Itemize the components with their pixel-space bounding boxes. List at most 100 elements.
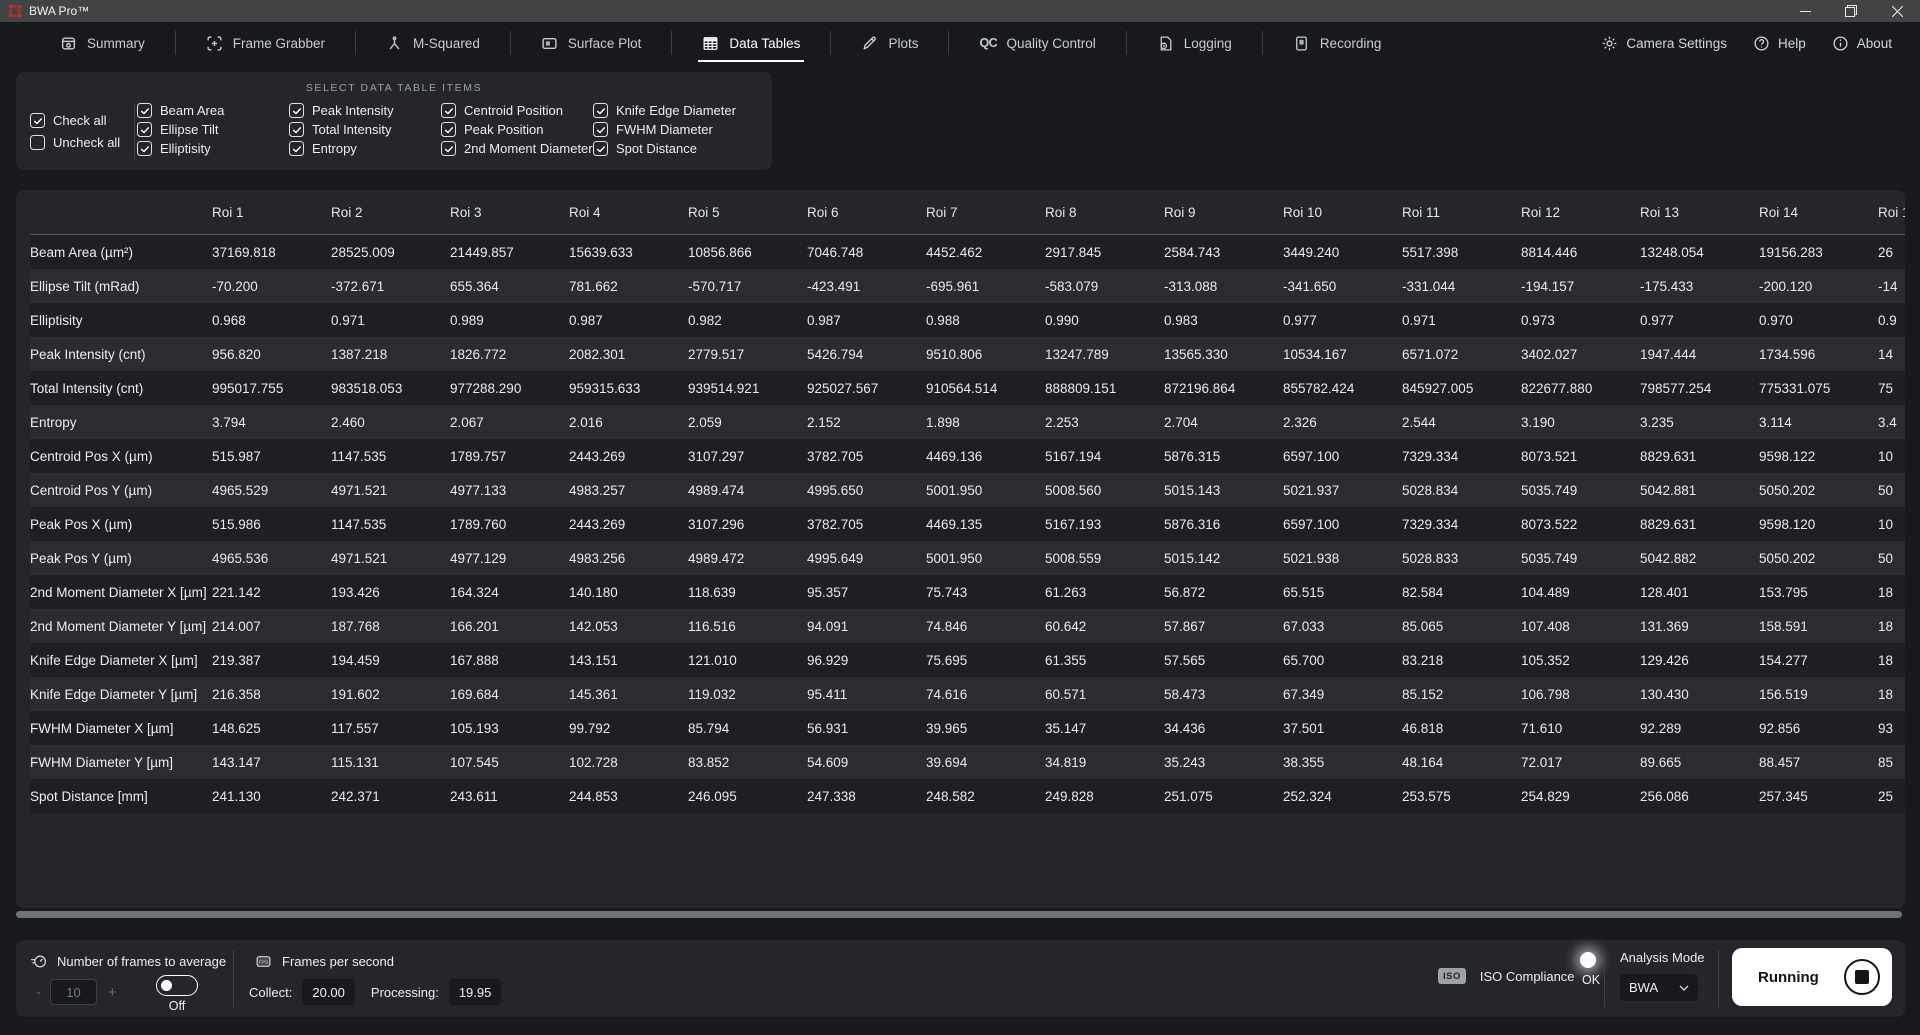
- uncheck-all-checkbox[interactable]: Uncheck all: [30, 135, 132, 150]
- roi-data-table-panel: Roi 1 Roi 2 Roi 3 Roi 4 Roi 5 Roi 6 Roi 7 Roi 8…: [16, 190, 1905, 908]
- table-cell: 0.977: [1640, 312, 1674, 328]
- table-cell: 13248.054: [1640, 244, 1704, 260]
- table-cell: 37169.818: [212, 244, 276, 260]
- table-cell: 88.457: [1759, 754, 1801, 770]
- minimize-icon[interactable]: [1782, 0, 1828, 22]
- increment-button[interactable]: +: [108, 984, 117, 1001]
- table-cell: 515.987: [212, 448, 261, 464]
- table-cell: 246.095: [688, 788, 737, 804]
- table-cell: 67.033: [1283, 618, 1325, 634]
- tab-quality-control[interactable]: QC Quality Control: [949, 29, 1125, 58]
- restore-icon[interactable]: [1828, 0, 1874, 22]
- tab-data-tables[interactable]: Data Tables: [672, 29, 830, 62]
- table-cell: 119.032: [688, 686, 736, 702]
- table-cell: 10: [1878, 448, 1894, 464]
- decrement-button[interactable]: -: [36, 984, 41, 1001]
- table-cell: 956.820: [212, 346, 261, 362]
- chevron-down-icon: [1679, 985, 1689, 991]
- table-cell: 798577.254: [1640, 380, 1712, 396]
- qc-icon: QC: [979, 35, 998, 50]
- camera-settings-icon: [1601, 35, 1618, 52]
- table-cell: 3107.296: [688, 516, 745, 532]
- frames-average-input[interactable]: 10: [50, 979, 97, 1005]
- table-cell: 775331.075: [1759, 380, 1831, 396]
- table-cell: 253.575: [1402, 788, 1451, 804]
- running-stop-button[interactable]: Running: [1732, 948, 1892, 1006]
- table-cell: 822677.880: [1521, 380, 1593, 396]
- table-cell: 2779.517: [688, 346, 745, 362]
- tab-m-squared[interactable]: M-Squared: [356, 29, 510, 58]
- row-label: Peak Pos Y (µm): [30, 550, 132, 566]
- checkbox-entropy[interactable]: Entropy: [289, 141, 441, 156]
- table-cell: 65.700: [1283, 652, 1325, 668]
- table-cell: 129.426: [1640, 652, 1689, 668]
- tab-summary[interactable]: Summary: [30, 29, 175, 58]
- table-cell: 0.987: [569, 312, 603, 328]
- tab-surface-plot[interactable]: Surface Plot: [511, 29, 672, 58]
- table-cell: 74.846: [926, 618, 968, 634]
- tab-logging[interactable]: Logging: [1127, 29, 1262, 58]
- table-cell: 3107.297: [688, 448, 745, 464]
- close-icon[interactable]: [1874, 0, 1920, 22]
- svg-text:FPS: FPS: [259, 960, 268, 965]
- checkbox-total-intensity[interactable]: Total Intensity: [289, 122, 441, 137]
- checkbox-2nd-moment-diameter[interactable]: 2nd Moment Diameter: [441, 141, 593, 156]
- table-cell: 241.130: [212, 788, 261, 804]
- analysis-mode-select[interactable]: BWA: [1620, 974, 1698, 1001]
- table-cell: 75.695: [926, 652, 968, 668]
- table-cell: 71.610: [1521, 720, 1563, 736]
- table-cell: 2.016: [569, 414, 603, 430]
- table-cell: 13565.330: [1164, 346, 1228, 362]
- table-cell: 0.968: [212, 312, 246, 328]
- checkbox-ellipse-tilt[interactable]: Ellipse Tilt: [137, 122, 289, 137]
- table-cell: 75: [1878, 380, 1894, 396]
- nav-about[interactable]: About: [1832, 35, 1892, 52]
- table-cell: 845927.005: [1402, 380, 1474, 396]
- table-cell: 104.489: [1521, 584, 1570, 600]
- table-cell: 0.990: [1045, 312, 1079, 328]
- summary-icon: [60, 35, 77, 52]
- tab-plots[interactable]: Plots: [831, 29, 948, 58]
- checkbox-beam-area[interactable]: Beam Area: [137, 103, 289, 118]
- table-cell: 0.977: [1283, 312, 1317, 328]
- tab-recording[interactable]: Recording: [1263, 29, 1412, 58]
- table-cell: -423.491: [807, 278, 861, 294]
- checkbox-peak-intensity[interactable]: Peak Intensity: [289, 103, 441, 118]
- table-cell: 50: [1878, 550, 1894, 566]
- table-cell: 83.218: [1402, 652, 1444, 668]
- table-cell: 143.151: [569, 652, 618, 668]
- row-label: 2nd Moment Diameter X [µm]: [30, 584, 207, 600]
- checkbox-checked-icon: [289, 141, 304, 156]
- table-cell: 35.243: [1164, 754, 1206, 770]
- table-cell: 5001.950: [926, 482, 983, 498]
- table-cell: 34.819: [1045, 754, 1087, 770]
- table-cell: 5015.142: [1164, 550, 1221, 566]
- iso-status-indicator: OK: [1576, 952, 1600, 987]
- nav-camera-settings[interactable]: Camera Settings: [1601, 35, 1727, 52]
- table-cell: 34.436: [1164, 720, 1206, 736]
- table-cell: 888809.151: [1045, 380, 1117, 396]
- table-cell: 166.201: [450, 618, 499, 634]
- table-cell: 7046.748: [807, 244, 864, 260]
- checkbox-elliptisity[interactable]: Elliptisity: [137, 141, 289, 156]
- checkbox-knife-edge-diameter[interactable]: Knife Edge Diameter: [593, 103, 745, 118]
- checkbox-spot-distance[interactable]: Spot Distance: [593, 141, 745, 156]
- stop-icon: [1844, 959, 1880, 995]
- row-label: 2nd Moment Diameter Y [µm]: [30, 618, 207, 634]
- table-cell: 107.545: [450, 754, 499, 770]
- horizontal-scrollbar-thumb[interactable]: [16, 911, 1902, 918]
- nav-help[interactable]: Help: [1753, 35, 1806, 52]
- averaging-toggle[interactable]: Off: [156, 975, 198, 1013]
- checkbox-checked-icon: [441, 103, 456, 118]
- table-cell: 128.401: [1640, 584, 1689, 600]
- table-cell: 105.193: [450, 720, 499, 736]
- table-cell: 2584.743: [1164, 244, 1221, 260]
- analysis-mode-label: Analysis Mode: [1620, 950, 1705, 965]
- checkbox-fwhm-diameter[interactable]: FWHM Diameter: [593, 122, 745, 137]
- check-all-checkbox[interactable]: Check all: [30, 113, 132, 128]
- checkbox-centroid-position[interactable]: Centroid Position: [441, 103, 593, 118]
- table-cell: 2.253: [1045, 414, 1079, 430]
- tab-frame-grabber[interactable]: Frame Grabber: [176, 29, 355, 58]
- checkbox-peak-position[interactable]: Peak Position: [441, 122, 593, 137]
- table-cell: 0.987: [807, 312, 841, 328]
